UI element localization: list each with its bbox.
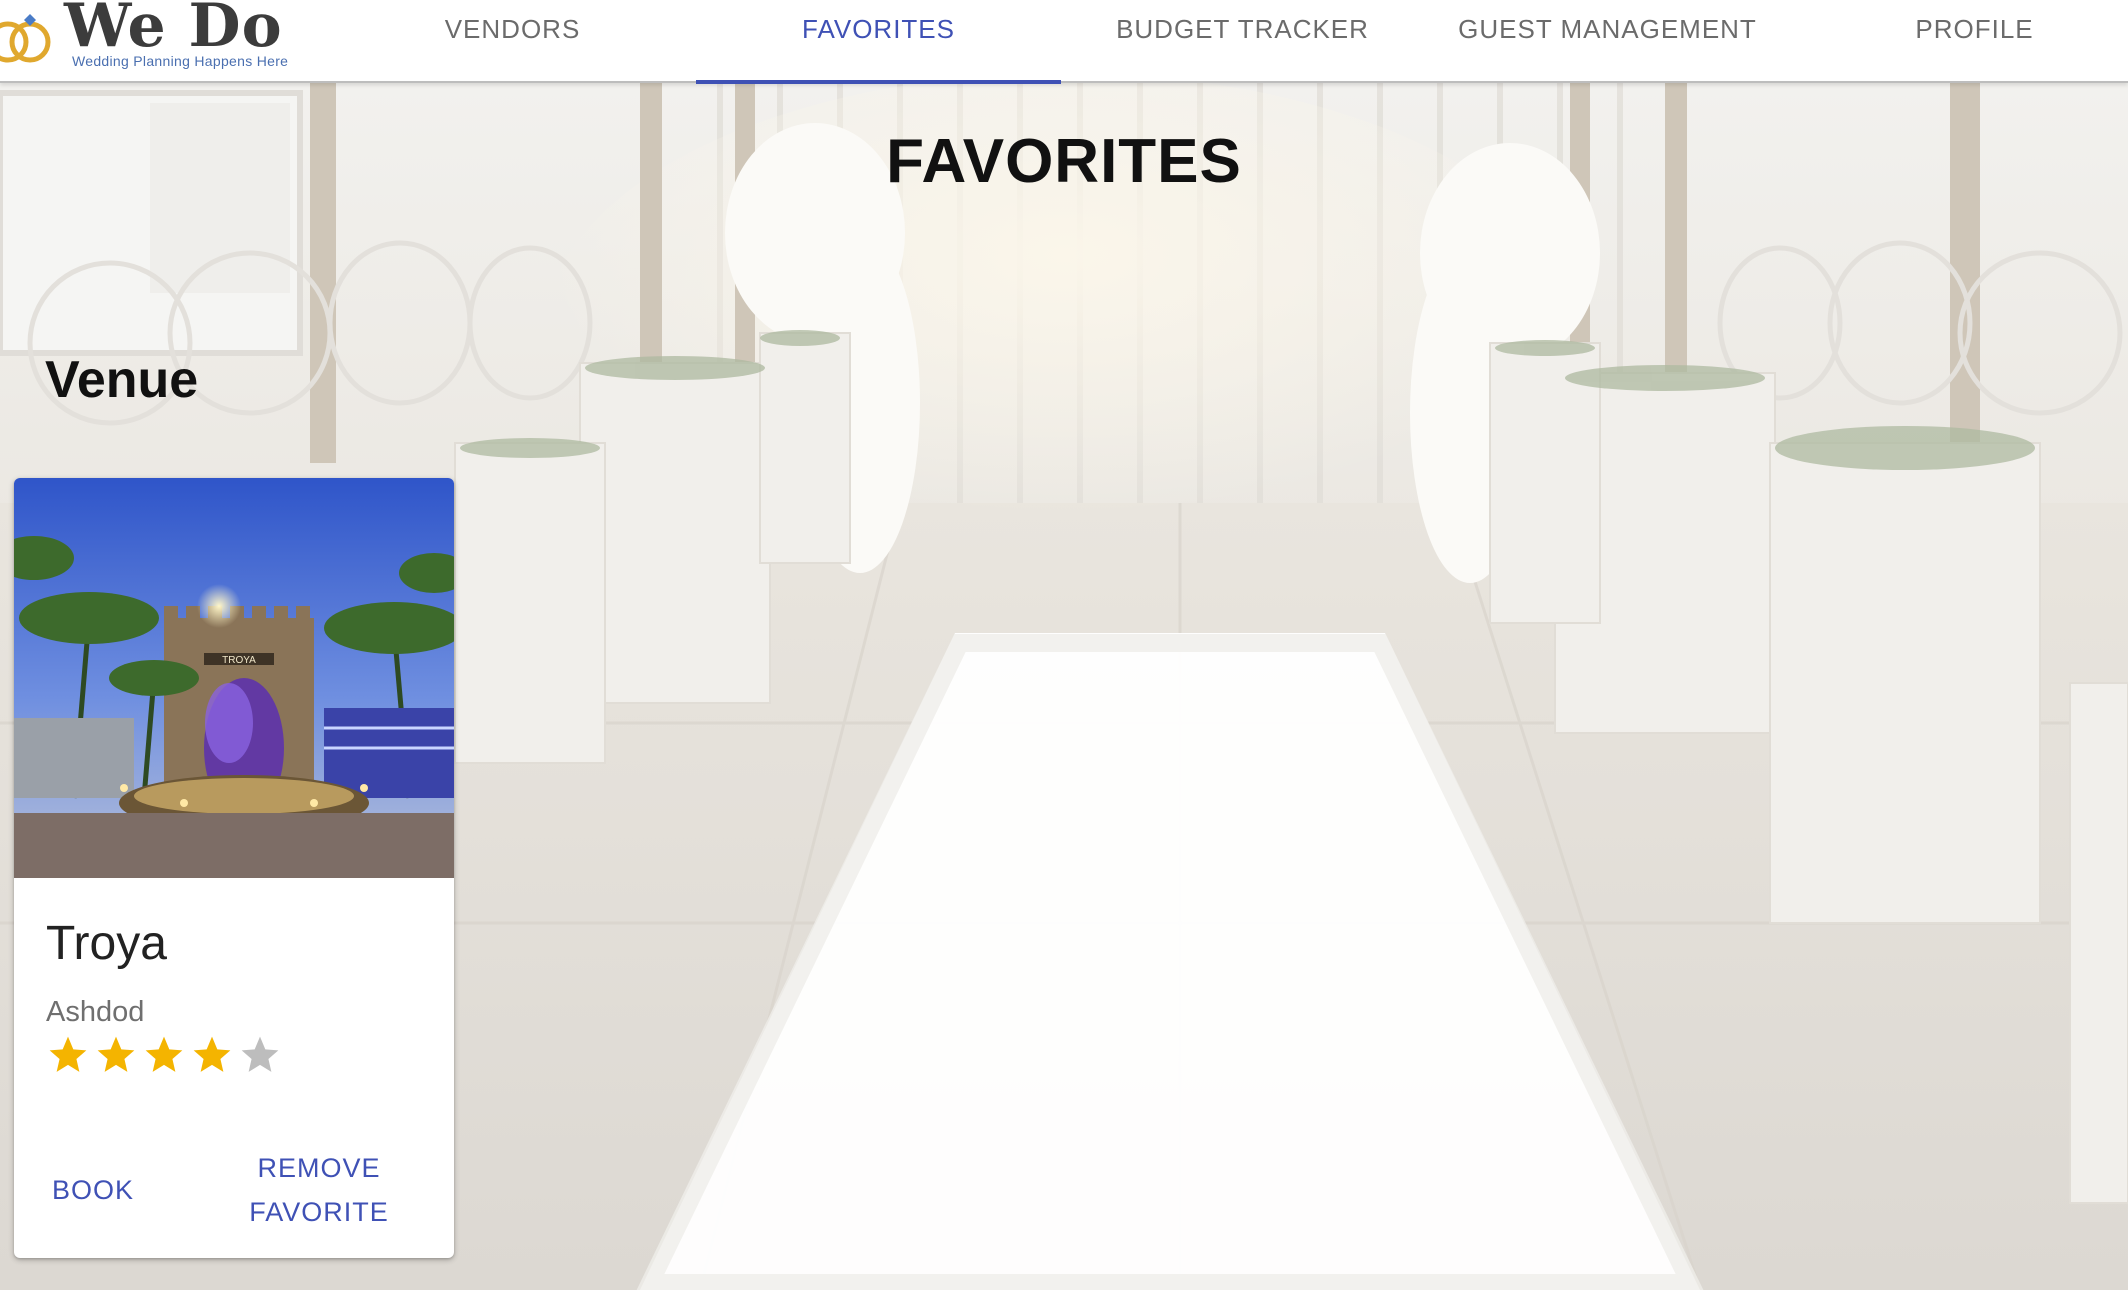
tab-profile[interactable]: PROFILE (1792, 0, 2128, 83)
star-empty-icon (241, 1036, 279, 1072)
top-navbar: We Do Wedding Planning Happens Here VEND… (0, 0, 2128, 84)
tab-label: FAVORITES (802, 14, 955, 44)
tab-label: GUEST MANAGEMENT (1458, 14, 1757, 44)
logo-title: We Do (64, 0, 283, 61)
book-button-label: BOOK (51, 1175, 135, 1205)
section-title-venue: Venue (45, 351, 199, 409)
tab-vendors[interactable]: VENDORS (330, 0, 695, 83)
star-filled-icon (49, 1036, 87, 1072)
tab-guest-management[interactable]: GUEST MANAGEMENT (1425, 0, 1790, 83)
active-tab-indicator (696, 80, 1061, 84)
star-filled-icon (97, 1036, 135, 1072)
logo-tagline: Wedding Planning Happens Here (72, 53, 289, 69)
page-title: FAVORITES (886, 127, 1242, 196)
book-button[interactable]: BOOK (44, 1168, 142, 1212)
vendor-name: Troya (46, 917, 167, 970)
tab-label: VENDORS (444, 14, 581, 44)
remove-button-label-line1: REMOVE (257, 1153, 381, 1183)
tab-label: BUDGET TRACKER (1116, 14, 1369, 44)
vendor-card: TROYA Troya Ashdod BOOK REMOVE FAVORITE (14, 478, 454, 1258)
star-rating (46, 1033, 282, 1077)
star-filled-icon (145, 1036, 183, 1072)
venue-photo: TROYA (14, 478, 454, 878)
remove-favorite-button[interactable]: REMOVE FAVORITE (209, 1146, 429, 1234)
svg-text:TROYA: TROYA (222, 655, 256, 666)
wedding-rings-icon (0, 14, 51, 63)
tab-label: PROFILE (1915, 14, 2034, 44)
tab-favorites[interactable]: FAVORITES (696, 0, 1061, 84)
vendor-location: Ashdod (46, 996, 145, 1028)
app-logo[interactable]: We Do Wedding Planning Happens Here (0, 0, 310, 80)
remove-button-label-line2: FAVORITE (249, 1197, 389, 1227)
tab-budget-tracker[interactable]: BUDGET TRACKER (1060, 0, 1425, 83)
star-filled-icon (193, 1036, 231, 1072)
